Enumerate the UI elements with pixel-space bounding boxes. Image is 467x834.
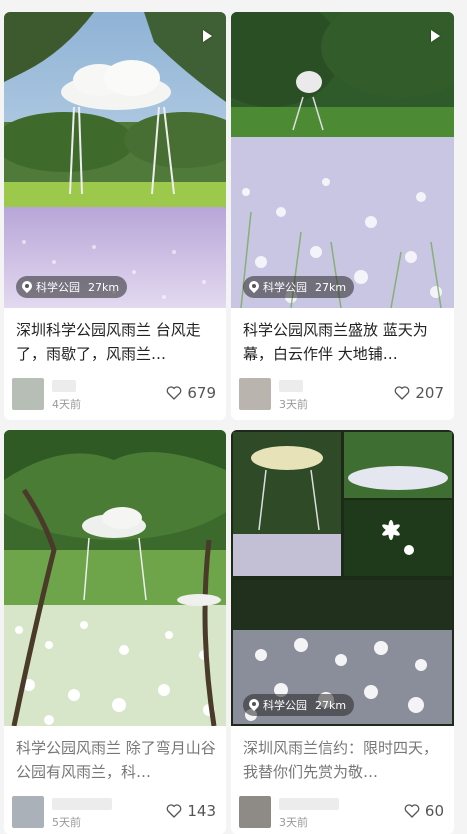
like-count: 60: [424, 802, 444, 820]
post-time: 3天前: [279, 398, 308, 411]
play-icon: [203, 30, 212, 42]
author-name-blurred[interactable]: [52, 380, 76, 392]
location-tag[interactable]: 科学公园 27km: [16, 276, 128, 298]
location-distance: 27km: [315, 698, 347, 712]
location-name: 科学公园: [263, 699, 307, 712]
like-button[interactable]: 143: [166, 802, 216, 820]
location-tag[interactable]: 科学公园 27km: [243, 276, 355, 298]
like-button[interactable]: 207: [394, 384, 444, 402]
card-title[interactable]: 深圳科学公园风雨兰 台风走了，雨歇了，风雨兰…: [16, 318, 216, 366]
feed-card[interactable]: 科学公园风雨兰 除了弯月山谷公园有风雨兰，科… 5天前 143: [4, 430, 226, 834]
location-name: 科学公园: [36, 281, 80, 294]
feed-card[interactable]: 科学公园 27km 深圳风雨兰信约：限时四天，我替你们先赏为敬… 3天前 60: [231, 430, 454, 834]
card-meta: 3天前 60: [239, 796, 444, 830]
like-button[interactable]: 679: [166, 384, 216, 402]
card-cover-image[interactable]: 科学公园 27km: [4, 12, 226, 308]
avatar[interactable]: [239, 796, 271, 828]
like-count: 143: [187, 802, 216, 820]
card-meta: 5天前 143: [12, 796, 216, 830]
map-pin-icon: [22, 281, 32, 293]
author-name-blurred[interactable]: [52, 798, 112, 810]
card-cover-image[interactable]: 科学公园 27km: [231, 12, 454, 308]
location-distance: 27km: [315, 280, 347, 294]
card-meta: 4天前 679: [12, 378, 216, 412]
feed-card[interactable]: 科学公园 27km 科学公园风雨兰盛放 蓝天为幕，白云作伴 大地铺… 3天前 2…: [231, 12, 454, 420]
post-time: 5天前: [52, 816, 81, 829]
location-distance: 27km: [88, 280, 120, 294]
like-count: 679: [187, 384, 216, 402]
avatar[interactable]: [239, 378, 271, 410]
avatar[interactable]: [12, 378, 44, 410]
feed-card[interactable]: 科学公园 27km 深圳科学公园风雨兰 台风走了，雨歇了，风雨兰… 4天前 67…: [4, 12, 226, 420]
like-button[interactable]: 60: [404, 802, 444, 820]
card-cover-image[interactable]: [4, 430, 226, 726]
card-title[interactable]: 科学公园风雨兰盛放 蓝天为幕，白云作伴 大地铺…: [243, 318, 444, 366]
map-pin-icon: [249, 281, 259, 293]
avatar[interactable]: [12, 796, 44, 828]
heart-outline-icon: [394, 386, 410, 400]
card-meta: 3天前 207: [239, 378, 444, 412]
post-time: 3天前: [279, 816, 308, 829]
card-title[interactable]: 科学公园风雨兰 除了弯月山谷公园有风雨兰，科…: [16, 736, 216, 784]
like-count: 207: [415, 384, 444, 402]
map-pin-icon: [249, 699, 259, 711]
heart-outline-icon: [404, 804, 420, 818]
author-name-blurred[interactable]: [279, 798, 339, 810]
play-icon: [431, 30, 440, 42]
author-name-blurred[interactable]: [279, 380, 303, 392]
location-tag[interactable]: 科学公园 27km: [243, 694, 355, 716]
heart-outline-icon: [166, 386, 182, 400]
card-cover-image[interactable]: 科学公园 27km: [231, 430, 454, 726]
card-title[interactable]: 深圳风雨兰信约：限时四天，我替你们先赏为敬…: [243, 736, 444, 784]
post-time: 4天前: [52, 398, 81, 411]
heart-outline-icon: [166, 804, 182, 818]
location-name: 科学公园: [263, 281, 307, 294]
